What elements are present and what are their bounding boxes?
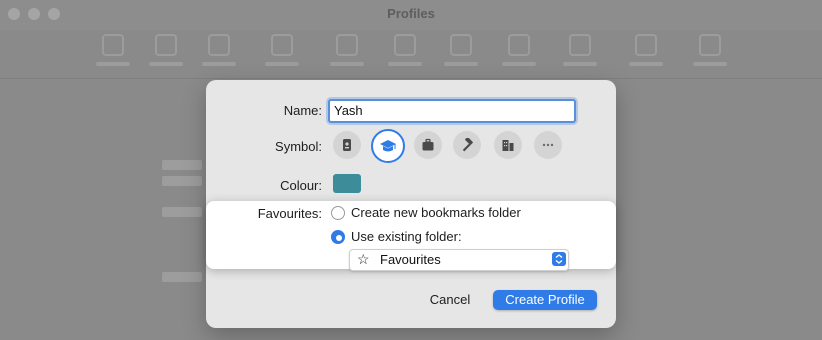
- background-text: [162, 176, 202, 186]
- preferences-toolbar: [0, 30, 822, 79]
- create-profile-button[interactable]: Create Profile: [493, 290, 597, 310]
- symbol-briefcase-button[interactable]: [414, 131, 442, 159]
- background-text: [162, 160, 202, 170]
- tabs-icon: [155, 34, 177, 56]
- colour-label: Colour:: [280, 178, 322, 193]
- symbol-building-button[interactable]: [494, 131, 522, 159]
- symbol-id-card-button[interactable]: [333, 131, 361, 159]
- star-icon: ☆: [357, 251, 370, 267]
- advanced-icon: [699, 34, 721, 56]
- passwords-icon: [271, 34, 293, 56]
- building-icon: [502, 140, 514, 151]
- toolbar-item[interactable]: [683, 34, 737, 66]
- hammer-icon: [462, 138, 473, 152]
- profiles-icon: [569, 34, 591, 56]
- extensions-icon: [635, 34, 657, 56]
- use-existing-folder-radio[interactable]: [331, 230, 345, 244]
- cancel-button[interactable]: Cancel: [420, 290, 480, 310]
- create-new-folder-radio[interactable]: [331, 206, 345, 220]
- symbol-more-button[interactable]: [534, 131, 562, 159]
- window-title: Profiles: [387, 6, 435, 21]
- toolbar-item[interactable]: [619, 34, 673, 66]
- name-field[interactable]: Yash: [328, 99, 576, 123]
- more-icon: [542, 143, 554, 147]
- toolbar-item[interactable]: [434, 34, 488, 66]
- symbol-hammer-button[interactable]: [453, 131, 481, 159]
- toolbar-item[interactable]: [320, 34, 374, 66]
- create-new-folder-label[interactable]: Create new bookmarks folder: [351, 205, 521, 220]
- privacy-icon: [450, 34, 472, 56]
- toolbar-item[interactable]: [378, 34, 432, 66]
- colour-well[interactable]: [333, 174, 361, 193]
- toolbar-item[interactable]: [492, 34, 546, 66]
- window-titlebar: Profiles: [0, 0, 822, 30]
- toolbar-item[interactable]: [86, 34, 140, 66]
- symbol-graduation-cap-button[interactable]: [371, 129, 405, 163]
- toolbar-item[interactable]: [553, 34, 607, 66]
- favourites-label: Favourites:: [257, 206, 322, 221]
- select-stepper-icon: [552, 252, 566, 266]
- toolbar-item[interactable]: [255, 34, 309, 66]
- symbol-label: Symbol:: [275, 139, 322, 154]
- folder-select[interactable]: ☆ Favourites: [349, 249, 569, 271]
- toolbar-item[interactable]: [192, 34, 246, 66]
- toolbar-item[interactable]: [139, 34, 193, 66]
- use-existing-folder-label[interactable]: Use existing folder:: [351, 229, 462, 244]
- briefcase-icon: [422, 138, 434, 151]
- search-icon: [336, 34, 358, 56]
- security-icon: [394, 34, 416, 56]
- graduation-cap-icon: [380, 140, 396, 152]
- autofill-icon: [208, 34, 230, 56]
- background-text: [162, 207, 202, 217]
- websites-icon: [508, 34, 530, 56]
- background-text: [162, 272, 202, 282]
- general-icon: [102, 34, 124, 56]
- id-card-icon: [343, 139, 351, 151]
- name-label: Name:: [283, 103, 322, 118]
- folder-select-value: Favourites: [380, 252, 441, 267]
